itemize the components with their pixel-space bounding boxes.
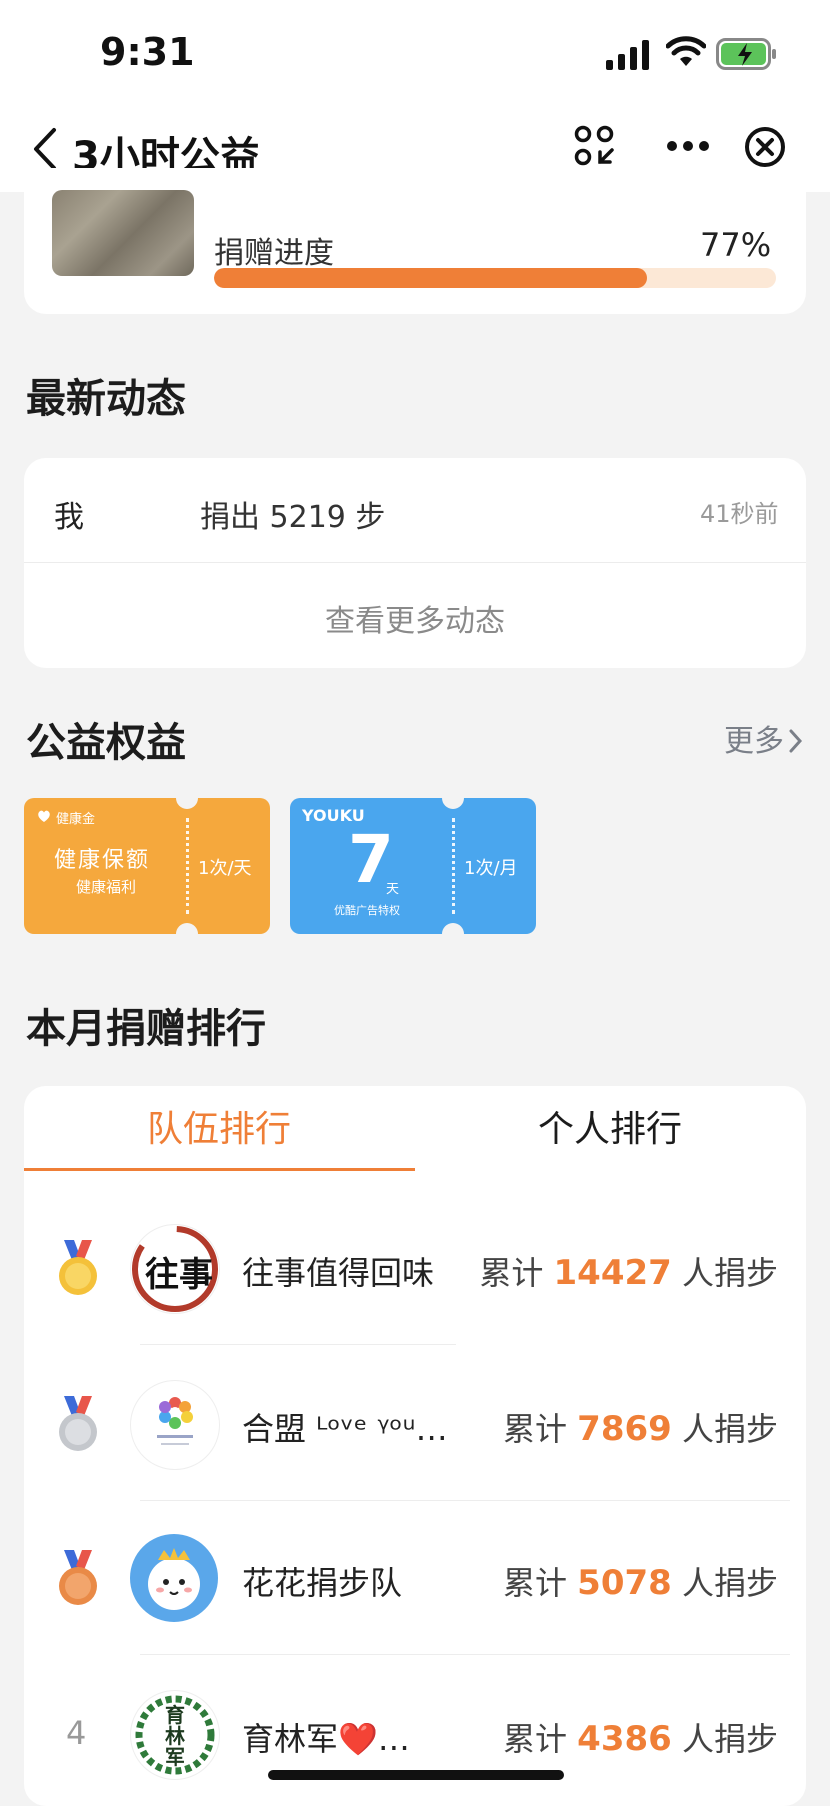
total-count: 4386 [577, 1719, 672, 1759]
bronze-medal-icon [59, 1550, 97, 1605]
activity-time: 41秒前 [700, 500, 779, 528]
team-total: 累计 4386 人捐步 [503, 1714, 778, 1760]
team-total: 累计 5078 人捐步 [503, 1558, 778, 1604]
total-suffix: 人捐步 [681, 1720, 778, 1758]
team-avatar [130, 1534, 218, 1622]
team-name: 育林军❤️… [242, 1720, 410, 1758]
total-prefix: 累计 [502, 1564, 567, 1602]
progress-label: 捐赠进度 [214, 236, 334, 271]
avatar-text: 往事 [145, 1255, 213, 1295]
cellular-signal-icon [606, 40, 649, 70]
ticket-notch [442, 798, 464, 809]
more-link-label: 更多 [724, 724, 784, 759]
divider [140, 1654, 790, 1655]
chevron-right-icon [789, 729, 803, 753]
close-icon[interactable] [744, 126, 786, 168]
battery-icon [716, 38, 776, 70]
wifi-icon [666, 36, 706, 66]
project-image [52, 190, 194, 276]
ticket-days-unit: 天 [386, 882, 400, 897]
ticket-subtitle: 健康福利 [76, 878, 137, 896]
ticket-perforation [186, 818, 189, 914]
team-total: 累计 7869 人捐步 [503, 1404, 778, 1450]
divider [140, 1344, 456, 1345]
youku-benefit-ticket[interactable]: YOUKU 7 天 优酷广告特权 1次/月 [290, 798, 536, 934]
divider [140, 1500, 790, 1501]
team-avatar: 育林军 [130, 1690, 220, 1780]
benefits-section-title: 公益权益 [26, 720, 186, 766]
avatar-text: 育林军 [165, 1703, 185, 1769]
total-prefix: 累计 [502, 1720, 567, 1758]
view-more-activity-button[interactable]: 查看更多动态 [0, 596, 830, 640]
total-suffix: 人捐步 [681, 1410, 778, 1448]
flower-logo-icon [157, 1397, 193, 1445]
team-avatar [130, 1380, 220, 1470]
team-total: 累计 14427 人捐步 [479, 1248, 778, 1294]
divider [24, 562, 806, 563]
cartoon-avatar-icon [148, 1548, 200, 1610]
progress-bar [214, 268, 776, 288]
total-count: 14427 [553, 1253, 672, 1293]
ticket-brand: 健康金 [56, 812, 96, 827]
team-name: 往事值得回味 [242, 1254, 435, 1292]
silver-medal-icon [59, 1396, 97, 1451]
ticket-title: 健康保额 [54, 848, 151, 873]
total-suffix: 人捐步 [681, 1564, 778, 1602]
total-count: 5078 [577, 1563, 672, 1603]
total-prefix: 累计 [502, 1410, 567, 1448]
activity-text: 捐出 5219 步 [200, 500, 386, 535]
ticket-frequency: 1次/天 [198, 858, 252, 879]
home-indicator [268, 1770, 564, 1780]
ticket-frequency: 1次/月 [464, 858, 518, 879]
status-time: 9:31 [100, 30, 195, 74]
total-prefix: 累计 [479, 1254, 544, 1292]
ticket-notch [442, 923, 464, 934]
tab-team-ranking[interactable]: 队伍排行 [24, 1100, 414, 1152]
progress-percent: 77% [700, 226, 772, 264]
ticket-subtitle: 优酷广告特权 [334, 904, 400, 917]
team-name: 合盟 ᴸᵒᵛᵉ ᵞᵒᵘ… [242, 1410, 448, 1448]
team-name: 花花捐步队 [242, 1564, 403, 1602]
ranking-section-title: 本月捐赠排行 [26, 1006, 266, 1052]
total-suffix: 人捐步 [681, 1254, 778, 1292]
tab-personal-ranking[interactable]: 个人排行 [415, 1100, 805, 1152]
ticket-perforation [452, 818, 455, 914]
activity-section-title: 最新动态 [26, 376, 186, 422]
back-arrow-icon[interactable] [30, 126, 62, 172]
ticket-notch [176, 798, 198, 809]
total-count: 7869 [577, 1409, 672, 1449]
more-options-icon[interactable] [666, 138, 710, 154]
gold-medal-icon [59, 1240, 97, 1295]
progress-bar-fill [214, 268, 647, 288]
scan-icon[interactable] [574, 124, 616, 168]
active-tab-indicator [24, 1168, 415, 1171]
ticket-notch [176, 923, 198, 934]
health-benefit-ticket[interactable]: 健康金 健康保额 健康福利 1次/天 [24, 798, 270, 934]
rank-number: 4 [66, 1714, 87, 1752]
heart-shield-icon [38, 810, 50, 822]
activity-user: 我 [54, 500, 84, 535]
benefits-more-link[interactable]: 更多 [724, 716, 804, 760]
team-avatar: 往事 [130, 1224, 220, 1314]
